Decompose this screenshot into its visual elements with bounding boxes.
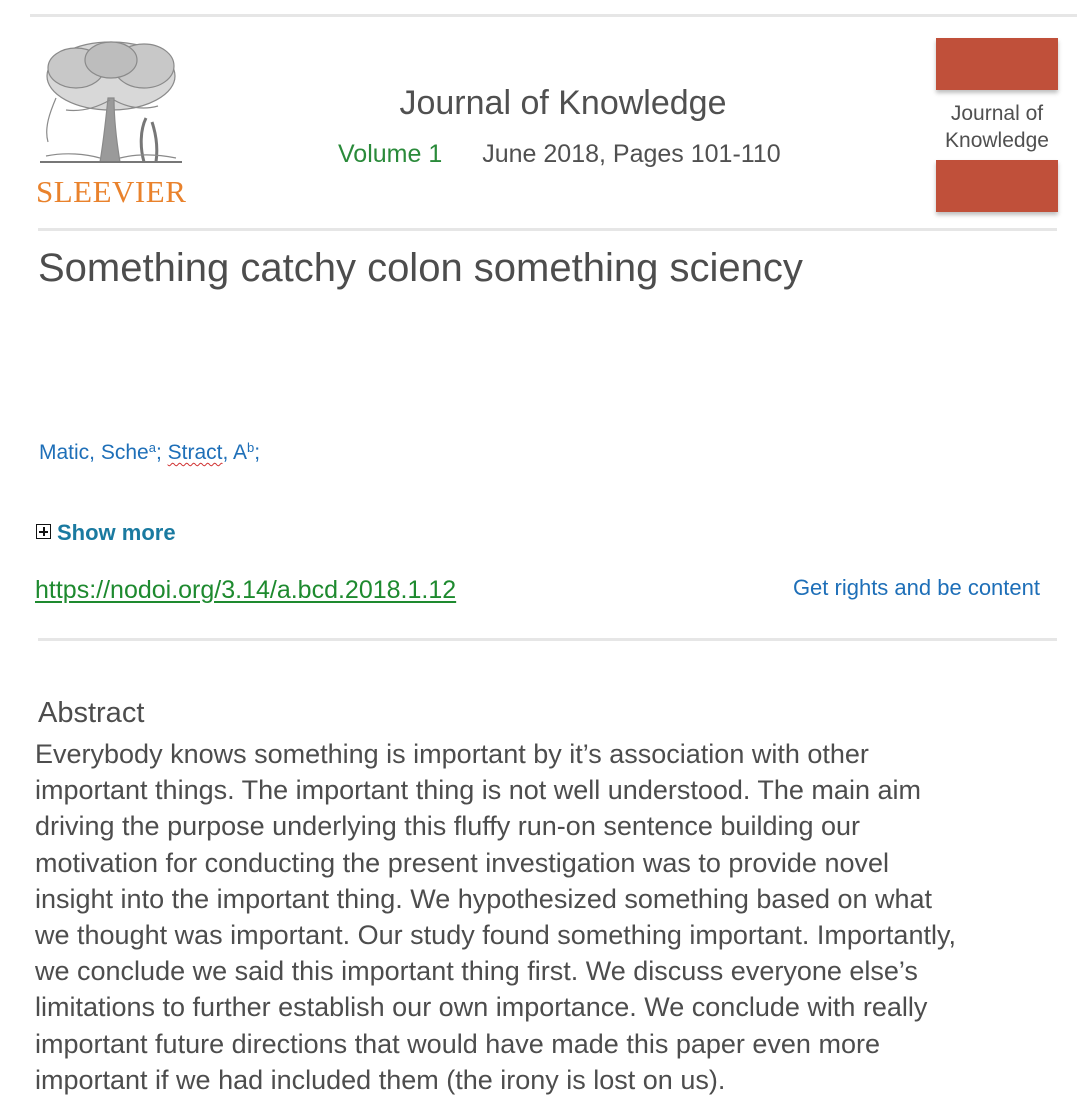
- cover-title-line2: Knowledge: [945, 129, 1049, 152]
- tree-engraving-icon: [40, 41, 182, 163]
- cover-bottom-band: [936, 160, 1058, 212]
- author-list: Matic, Schea; Stract, Ab;: [39, 440, 261, 464]
- abstract-line: limitations to further establish our own…: [35, 992, 928, 1023]
- get-rights-link[interactable]: Get rights and be content: [793, 575, 1040, 601]
- abstract-line: Everybody knows something is important b…: [35, 739, 869, 769]
- expand-plus-icon: [36, 524, 51, 539]
- volume-link[interactable]: Volume 1: [338, 140, 442, 168]
- publisher-name: SLEEVIER: [36, 174, 187, 209]
- publisher-logo[interactable]: SLEEVIER: [36, 38, 204, 210]
- article-title: Something catchy colon something sciency: [38, 246, 803, 290]
- journal-meta: Volume 1 June 2018, Pages 101-110: [338, 140, 781, 169]
- cover-title-line1: Journal of: [950, 102, 1044, 125]
- abstract-line: insight into the important thing. We hyp…: [35, 883, 933, 914]
- cover-title: Journal of Knowledge: [936, 100, 1058, 154]
- abstract-line: driving the purpose underlying this fluf…: [35, 811, 861, 842]
- abstract-line: important if we had included them (the i…: [35, 1064, 726, 1095]
- issue-date-pages: June 2018, Pages 101-110: [482, 140, 781, 168]
- abstract-line: motivation for conducting the present in…: [35, 847, 889, 878]
- doi-link[interactable]: https://nodoi.org/3.14/a.bcd.2018.1.12: [35, 576, 456, 605]
- abstract-line: we thought was important. Our study foun…: [35, 920, 956, 951]
- show-more-toggle[interactable]: Show more: [36, 520, 176, 546]
- abstract-line: important things. The important thing is…: [35, 775, 921, 806]
- content-divider: [38, 638, 1057, 641]
- abstract-line: we conclude we said this important thing…: [35, 956, 918, 987]
- abstract-heading: Abstract: [38, 697, 145, 729]
- journal-cover-thumbnail[interactable]: Journal of Knowledge: [936, 38, 1058, 212]
- abstract-text: Everybody knows something is important b…: [35, 736, 1065, 1098]
- cover-top-band: [936, 38, 1058, 90]
- show-more-label: Show more: [57, 520, 176, 545]
- author-link-2[interactable]: Stract, Ab: [168, 440, 255, 464]
- journal-title[interactable]: Journal of Knowledge: [300, 84, 826, 123]
- header-divider: [38, 228, 1057, 231]
- author-link-1[interactable]: Matic, Schea: [39, 440, 156, 464]
- top-divider: [30, 14, 1077, 17]
- abstract-line: important future directions that would h…: [35, 1028, 880, 1059]
